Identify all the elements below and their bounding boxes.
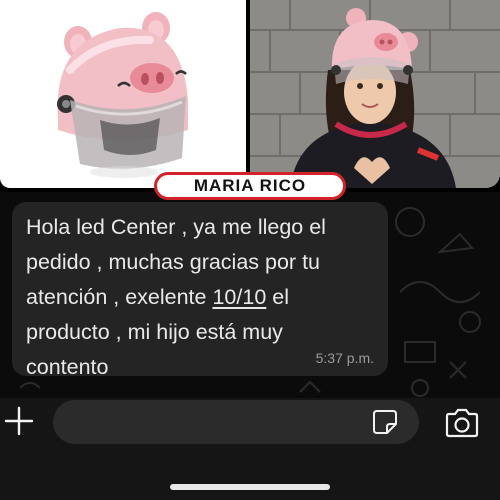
message-line: producto , mi hijo está muy bbox=[26, 320, 283, 344]
message-line: contento bbox=[26, 355, 109, 379]
chat-area[interactable]: Hola led Center , ya me llego el pedido … bbox=[0, 192, 500, 404]
child-wearing-helmet-image bbox=[250, 0, 500, 188]
customer-child-photo[interactable] bbox=[250, 0, 500, 188]
customer-name-badge: MARIA RICO bbox=[154, 172, 346, 200]
message-line: el bbox=[266, 285, 289, 309]
message-line: Hola led Center , ya me llego el bbox=[26, 215, 326, 239]
helmet-product-photo[interactable] bbox=[0, 0, 246, 188]
product-photos: MARIA RICO bbox=[0, 0, 500, 200]
incoming-message-bubble[interactable]: Hola led Center , ya me llego el pedido … bbox=[12, 202, 388, 379]
camera-icon[interactable] bbox=[444, 408, 480, 438]
home-indicator bbox=[170, 484, 330, 490]
pig-helmet-image bbox=[57, 12, 188, 178]
message-line: pedido , muchas gracias por tu bbox=[26, 250, 320, 274]
message-line: atención , exelente bbox=[26, 285, 213, 309]
plus-icon[interactable] bbox=[4, 406, 34, 436]
sticker-icon[interactable] bbox=[372, 409, 398, 435]
message-input-bar bbox=[0, 398, 500, 500]
message-input[interactable] bbox=[53, 400, 419, 444]
rating-link[interactable]: 10/10 bbox=[212, 285, 266, 309]
message-timestamp: 5:37 p.m. bbox=[315, 350, 374, 366]
